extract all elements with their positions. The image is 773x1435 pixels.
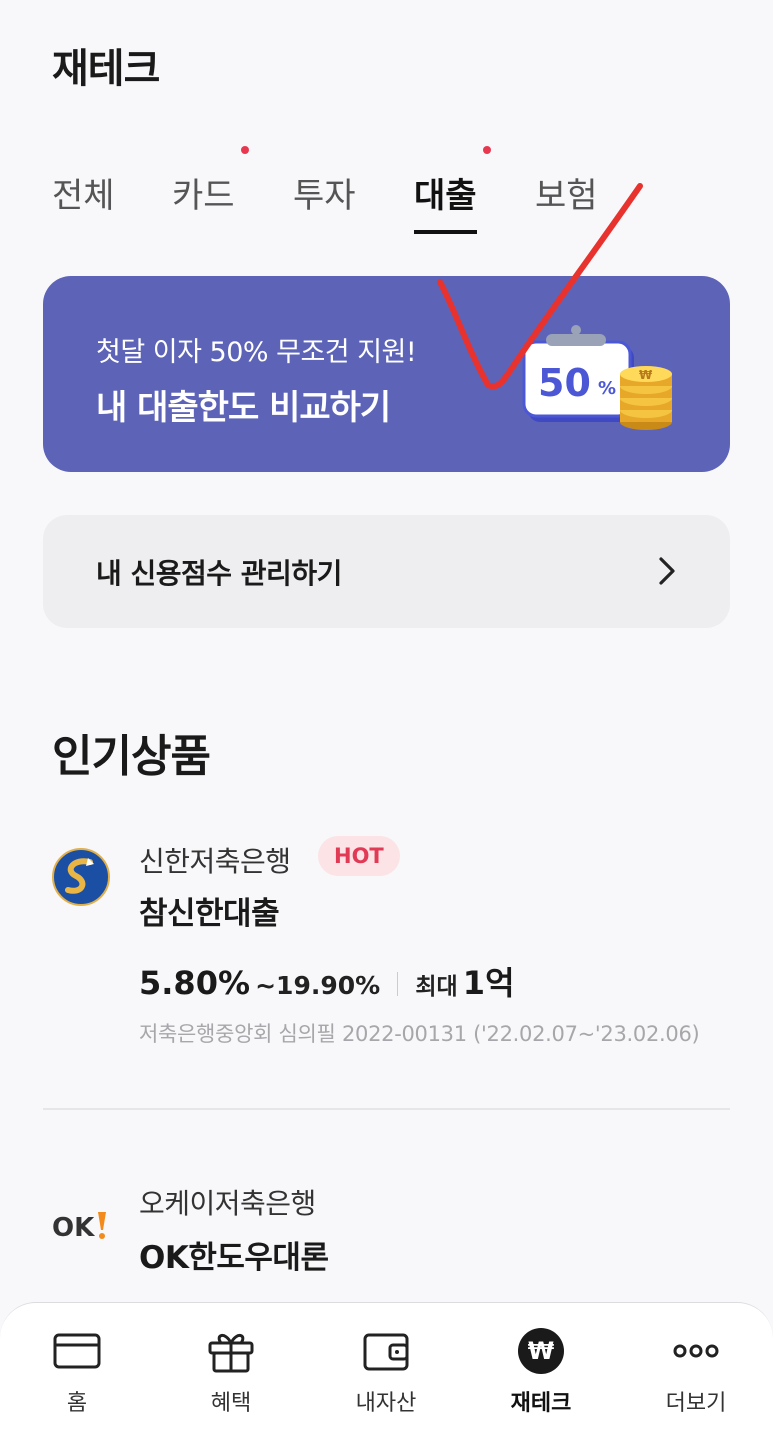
section-title: 인기상품 <box>52 731 211 782</box>
nav-label: 홈 <box>66 1391 88 1416</box>
limit-value: 1억 <box>462 964 515 1002</box>
nav-label: 재테크 <box>510 1391 572 1416</box>
credit-score-button[interactable]: 내 신용점수 관리하기 <box>43 515 730 628</box>
rate-line: 5.80% ~19.90% 최대 1억 <box>139 958 515 1004</box>
product-card[interactable]: 신한저축은행 HOT 참신한대출 5.80% ~19.90% 최대 1억 저축은… <box>0 836 773 1058</box>
tab-label: 투자 <box>293 176 356 216</box>
promo-title: 내 대출한도 비교하기 <box>96 388 391 428</box>
tab-label: 대출 <box>414 176 477 216</box>
new-dot-indicator <box>483 146 491 154</box>
svg-text:OK: OK <box>52 1213 95 1243</box>
tab-label: 카드 <box>172 176 235 216</box>
badge-value: 50 <box>538 361 591 405</box>
won-icon: ₩ <box>518 1328 564 1374</box>
product-name: 참신한대출 <box>139 896 280 932</box>
promo-subtitle: 첫달 이자 50% 무조건 지원! <box>96 337 417 368</box>
tab-label: 보험 <box>535 176 598 216</box>
wallet-icon <box>363 1333 409 1371</box>
promo-banner[interactable]: 첫달 이자 50% 무조건 지원! 내 대출한도 비교하기 50 % ₩ <box>43 276 730 472</box>
nav-finance[interactable]: ₩ 재테크 <box>486 1303 596 1435</box>
card-icon <box>53 1333 101 1369</box>
tab-insurance[interactable]: 보험 <box>535 168 598 217</box>
nav-home[interactable]: 홈 <box>22 1303 132 1435</box>
new-dot-indicator <box>241 146 249 154</box>
hot-badge: HOT <box>318 836 400 876</box>
product-card[interactable]: OK 오케이저축은행 OK한도우대론 <box>0 1182 773 1282</box>
chevron-right-icon <box>659 557 675 585</box>
badge-unit: % <box>598 378 616 399</box>
ok-bank-logo: OK <box>52 1212 106 1243</box>
nav-label: 내자산 <box>355 1391 417 1416</box>
tab-card[interactable]: 카드 <box>172 146 249 217</box>
credit-score-label: 내 신용점수 관리하기 <box>96 557 342 590</box>
shinhan-bank-logo <box>52 848 110 906</box>
active-tab-underline <box>414 230 477 234</box>
tab-loan[interactable]: 대출 <box>414 146 491 234</box>
nav-label: 더보기 <box>665 1391 727 1416</box>
tab-invest[interactable]: 투자 <box>293 168 356 217</box>
limit-label: 최대 <box>415 974 458 1000</box>
nav-my-assets[interactable]: 내자산 <box>331 1303 441 1435</box>
tab-label: 전체 <box>52 176 115 216</box>
bank-name: 신한저축은행 <box>139 845 291 878</box>
calendar-coins-illustration: 50 % ₩ <box>522 325 672 430</box>
more-icon <box>673 1344 719 1358</box>
bank-name: 오케이저축은행 <box>139 1187 316 1220</box>
bottom-navigation: 홈 혜택 내자산 ₩ 재테크 더보기 <box>0 1302 773 1435</box>
category-tabs: 전체 카드 투자 대출 보험 <box>0 146 773 240</box>
list-divider <box>43 1108 730 1110</box>
nav-label: 혜택 <box>210 1391 252 1416</box>
coin-symbol: ₩ <box>639 368 653 382</box>
rate-min: 5.80% <box>139 964 251 1002</box>
page-title: 재테크 <box>52 46 160 92</box>
tab-all[interactable]: 전체 <box>52 168 115 217</box>
rate-max: ~19.90% <box>255 971 381 1000</box>
ad-disclaimer: 저축은행중앙회 심의필 2022-00131 ('22.02.07~'23.02… <box>139 1022 700 1046</box>
gift-icon <box>208 1334 254 1373</box>
svg-text:₩: ₩ <box>528 1337 555 1365</box>
nav-more[interactable]: 더보기 <box>641 1303 751 1435</box>
product-name: OK한도우대론 <box>139 1240 329 1276</box>
nav-benefits[interactable]: 혜택 <box>176 1303 286 1435</box>
app-screen: 재테크 전체 카드 투자 대출 보험 첫달 이자 50% 무조건 지원! 내 대… <box>0 0 773 1435</box>
rate-divider <box>397 972 399 996</box>
